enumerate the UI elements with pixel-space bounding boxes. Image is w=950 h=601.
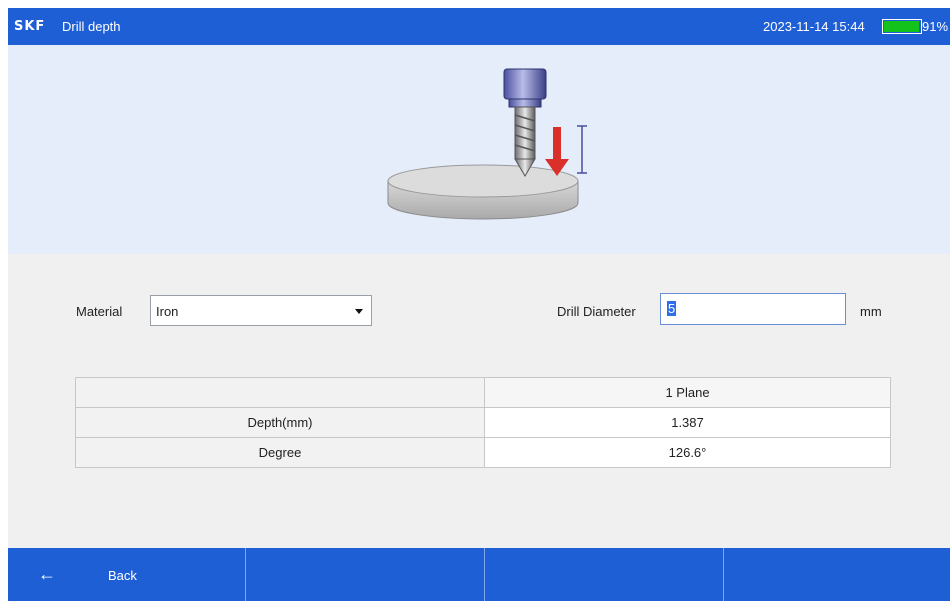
drill-plate-icon: [387, 68, 587, 220]
toolbar-slot-3[interactable]: [485, 548, 724, 601]
table-header-cell: [75, 377, 485, 408]
arrow-left-icon: ←: [38, 564, 56, 584]
illustration-panel: [8, 45, 950, 254]
battery-level-fill: [884, 21, 919, 32]
row-value: 1.387: [484, 407, 891, 438]
drill-diameter-label: Drill Diameter: [557, 304, 636, 319]
bottom-toolbar: ← Back: [8, 548, 950, 601]
drill-diameter-input[interactable]: 5: [660, 293, 846, 325]
row-value: 126.6°: [484, 437, 891, 468]
table-row: Depth(mm) 1.387: [75, 407, 891, 438]
battery-percent: 91%: [922, 19, 949, 34]
table-header-cell: 1 Plane: [484, 377, 891, 408]
drill-diameter-value: 5: [667, 301, 677, 316]
results-table: 1 Plane Depth(mm) 1.387 Degree 126.6°: [75, 377, 891, 468]
diameter-unit: mm: [860, 304, 882, 319]
toolbar-slot-2[interactable]: [246, 548, 485, 601]
page-title: Drill depth: [62, 19, 121, 34]
table-row: Degree 126.6°: [75, 437, 891, 468]
dropdown-arrow-icon[interactable]: [355, 309, 363, 314]
toolbar-slot-4[interactable]: [724, 548, 950, 601]
battery-icon: [882, 19, 922, 34]
row-label: Depth(mm): [75, 407, 485, 438]
back-label: Back: [108, 568, 137, 583]
drill-depth-screen: SKF Drill depth 2023-11-14 15:44 91% Mat…: [8, 8, 950, 601]
title-bar: SKF Drill depth 2023-11-14 15:44 91%: [8, 8, 950, 45]
datetime-display: 2023-11-14 15:44: [763, 19, 865, 34]
material-select[interactable]: Iron: [150, 295, 372, 326]
material-label: Material: [76, 304, 123, 319]
material-selected-value: Iron: [156, 304, 179, 319]
back-button[interactable]: ← Back: [8, 548, 246, 601]
skf-logo: SKF: [14, 19, 46, 34]
row-label: Degree: [75, 437, 485, 468]
table-header-row: 1 Plane: [75, 377, 891, 408]
